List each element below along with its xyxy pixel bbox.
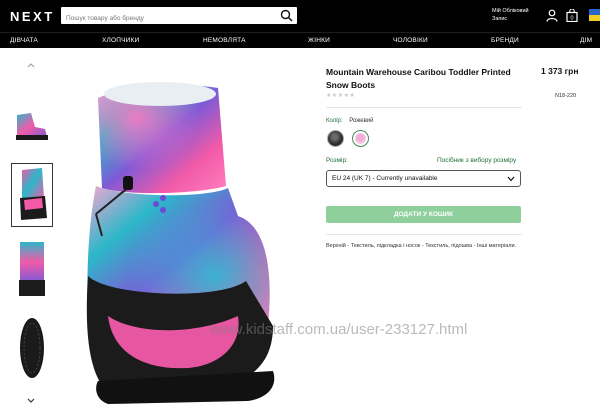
color-swatch-pink-selected[interactable] <box>352 130 369 147</box>
search-box[interactable] <box>61 7 297 27</box>
chevron-up-icon[interactable] <box>27 62 35 68</box>
rating-stars[interactable]: ★★★★★ <box>326 92 355 99</box>
boot-front-thumbnail <box>20 168 47 220</box>
nav-item-women[interactable]: ЖІНКИ <box>308 37 330 44</box>
boot-side-thumbnail <box>16 113 48 140</box>
next-logo[interactable]: NEXT <box>10 9 55 24</box>
chevron-down-icon <box>507 176 515 182</box>
nav-item-boys[interactable]: ХЛОПЧИКИ <box>102 37 139 44</box>
nav-item-girls[interactable]: ДІВЧАТА <box>10 37 38 44</box>
ukraine-flag-icon[interactable] <box>589 9 600 21</box>
nav-item-men[interactable]: ЧОЛОВІКИ <box>393 37 428 44</box>
product-title: Mountain Warehouse Caribou Toddler Print… <box>326 67 511 90</box>
color-value: Рожевий <box>349 118 374 124</box>
chevron-down-icon[interactable] <box>27 398 35 404</box>
add-to-bag-button[interactable]: ДОДАТИ У КОШИК <box>326 206 521 223</box>
size-label: Розмір: <box>326 157 348 164</box>
nav-item-home[interactable]: ДІМ <box>580 37 592 44</box>
search-icon[interactable] <box>280 9 293 22</box>
nav-item-brands[interactable]: БРЕНДИ <box>491 37 519 44</box>
size-guide-link[interactable]: Посібник з вибору розміру <box>437 157 516 164</box>
boot-sole-thumbnail <box>20 318 44 378</box>
divider <box>326 234 522 235</box>
shopping-bag-icon[interactable]: 0 <box>566 9 578 22</box>
thumbnail-1[interactable] <box>11 97 53 161</box>
account-link[interactable]: Мій Обліковий Запис <box>492 7 540 23</box>
color-swatch-black[interactable] <box>327 130 344 147</box>
bag-count: 0 <box>570 16 573 22</box>
product-code: N18-220 <box>555 93 577 99</box>
divider <box>326 107 522 108</box>
top-header: NEXT Мій Обліковий Запис 0 <box>0 0 600 32</box>
search-input[interactable] <box>61 10 271 27</box>
thumbnail-2[interactable] <box>11 163 53 227</box>
size-dropdown[interactable]: EU 24 (UK 7) - Currently unavailable <box>326 170 521 187</box>
main-nav: ДІВЧАТА ХЛОПЧИКИ НЕМОВЛЯТА ЖІНКИ ЧОЛОВІК… <box>0 32 600 48</box>
product-composition: Верхній - Текстиль, підкладка і носок - … <box>326 243 517 249</box>
color-label: Колір: <box>326 118 343 124</box>
color-row: Колір: Рожевий <box>326 118 373 124</box>
thumbnail-3[interactable] <box>11 238 53 302</box>
watermark-text: www.kidstaff.com.ua/user-233127.html <box>210 321 468 338</box>
account-label-line1: Мій Обліковий <box>492 8 529 14</box>
thumbnail-4[interactable] <box>11 316 53 380</box>
boot-back-thumbnail <box>19 242 45 296</box>
user-icon[interactable] <box>546 9 558 22</box>
product-main-image <box>86 82 275 404</box>
account-label-line2: Запис <box>492 16 508 22</box>
product-price: 1 373 грн <box>541 66 579 76</box>
size-selected-value: EU 24 (UK 7) - Currently unavailable <box>332 175 438 182</box>
nav-item-babies[interactable]: НЕМОВЛЯТА <box>203 37 246 44</box>
